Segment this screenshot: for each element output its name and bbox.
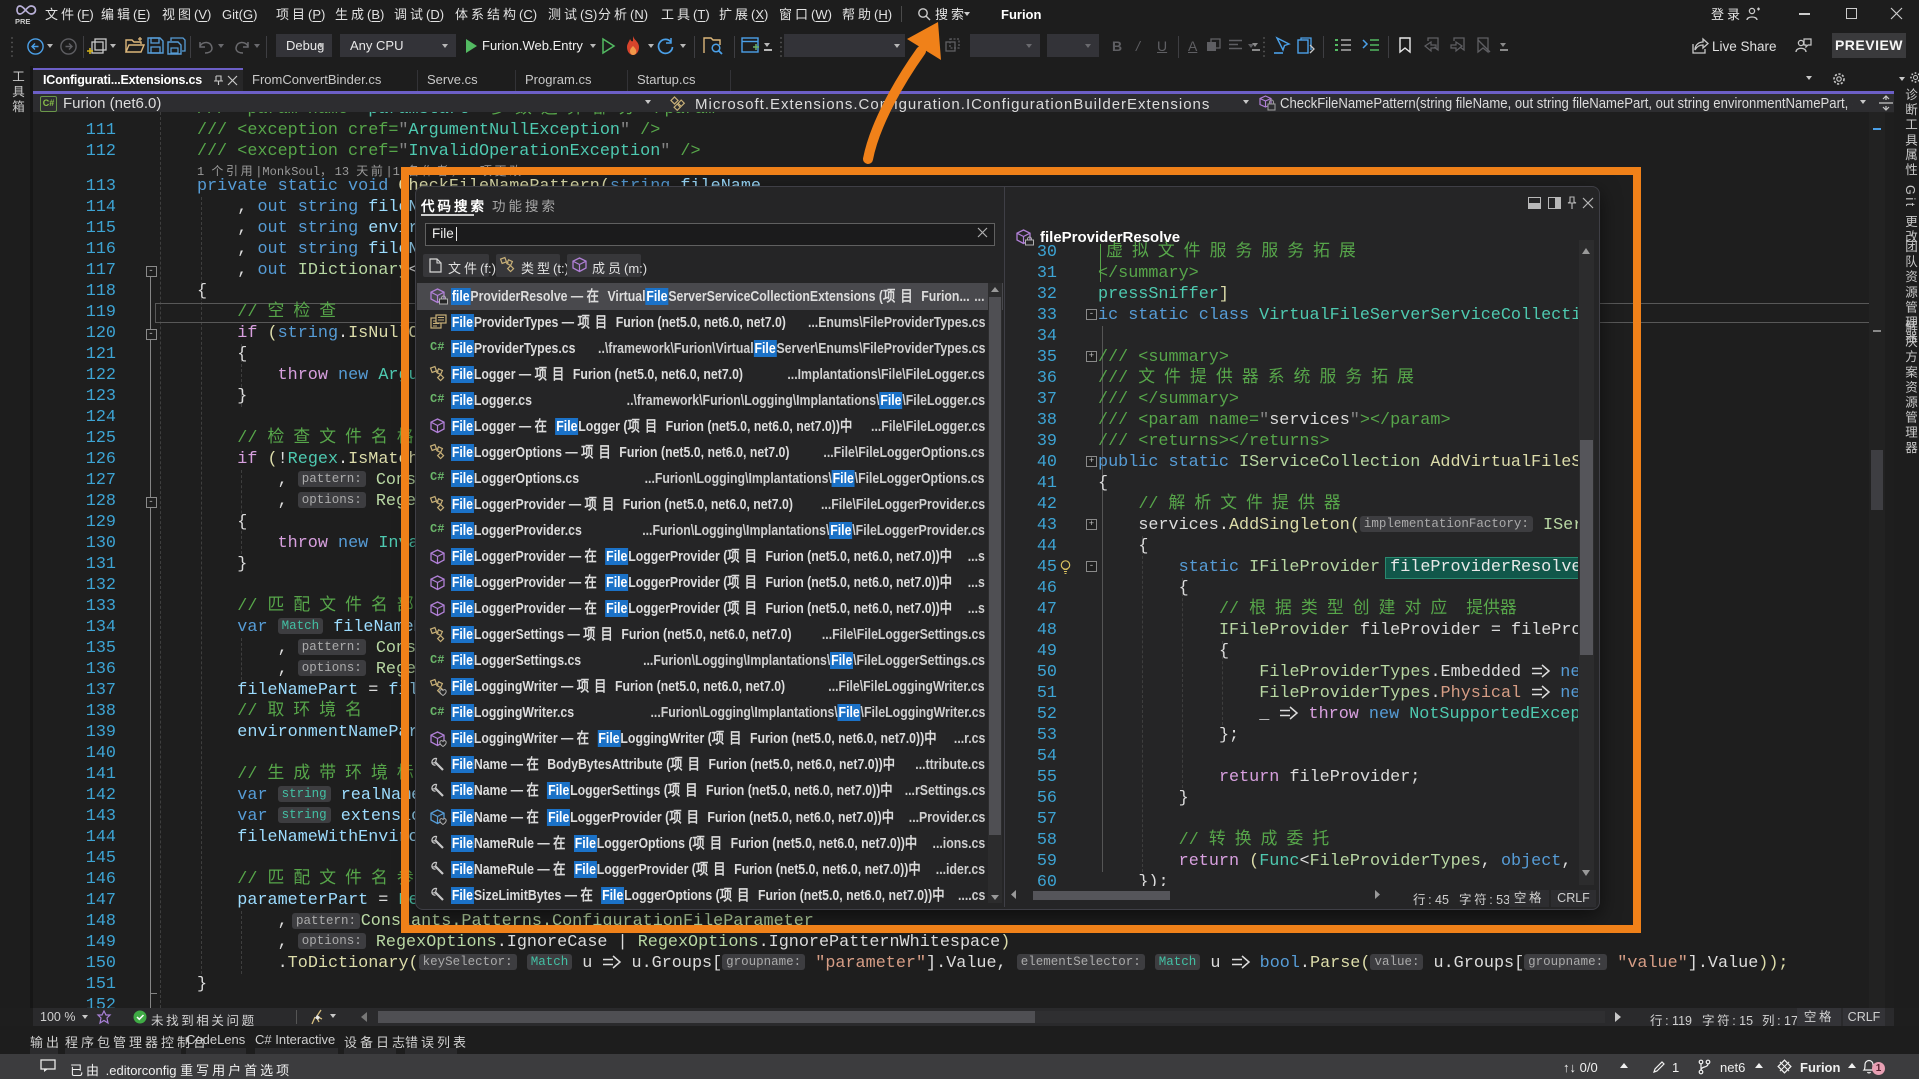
svg-text:PRE: PRE [15, 17, 30, 26]
